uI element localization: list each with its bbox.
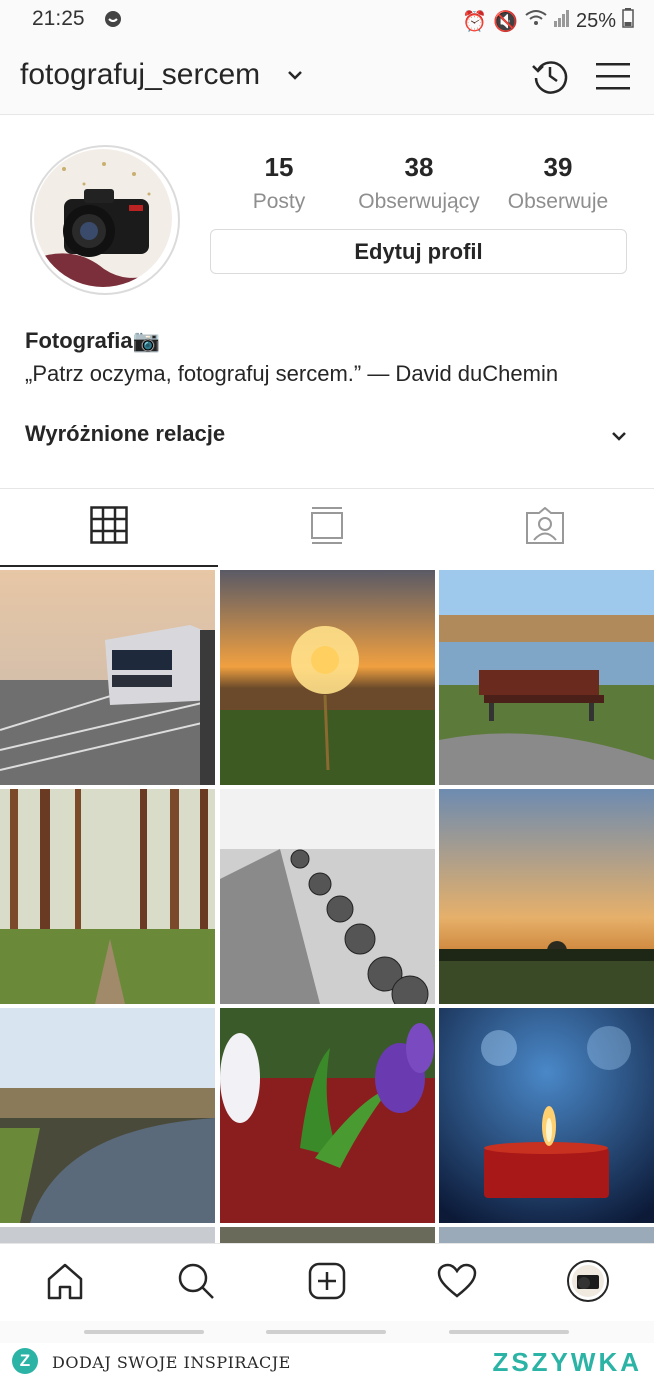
profile-name: Fotografia📷: [25, 328, 160, 353]
system-nav-back[interactable]: [449, 1330, 569, 1334]
post-thumbnail-bench[interactable]: [439, 570, 654, 785]
notification-icon: [104, 10, 122, 33]
add-icon: [308, 1262, 346, 1305]
post-thumbnail-woodpile[interactable]: [220, 789, 435, 1004]
tagged-icon: [525, 506, 565, 550]
footer-brand: ZSZYWKA: [492, 1347, 642, 1377]
archive-history-icon[interactable]: [530, 56, 570, 101]
heart-icon: [437, 1263, 477, 1304]
feed-icon: [310, 506, 344, 551]
stat-followers-count[interactable]: 38: [349, 152, 489, 183]
stat-following-count[interactable]: 39: [488, 152, 628, 183]
edit-profile-button[interactable]: Edytuj profil: [210, 229, 627, 274]
tab-feed[interactable]: [218, 489, 436, 567]
chevron-down-icon[interactable]: [288, 68, 302, 86]
profile-header: fotografuj_sercem: [0, 38, 654, 115]
search-icon: [176, 1261, 216, 1306]
system-nav-home[interactable]: [266, 1330, 386, 1334]
stat-posts-label[interactable]: Posty: [209, 190, 349, 214]
stat-posts-count[interactable]: 15: [209, 152, 349, 183]
status-time: 21:25: [32, 7, 85, 30]
battery-icon: [622, 8, 634, 34]
alarm-icon: ⏰: [462, 10, 488, 33]
tab-tagged[interactable]: [436, 489, 654, 567]
post-thumbnail-forest[interactable]: [0, 789, 215, 1004]
battery-level: 25%: [575, 9, 616, 32]
avatar[interactable]: [34, 149, 172, 287]
profile-bio: „Patrz oczyma, fotografuj sercem.” — Dav…: [25, 361, 559, 386]
post-thumbnail-partial[interactable]: [0, 1227, 215, 1243]
status-indicators: ⏰ 🔇 25%: [462, 8, 634, 34]
footer-tagline: DODAJ SWOJE INSPIRACJE: [52, 1353, 291, 1372]
nav-activity[interactable]: [392, 1244, 522, 1322]
stat-followers-label[interactable]: Obserwujący: [349, 190, 489, 214]
profile-tabs: [0, 488, 654, 567]
post-thumbnail-train[interactable]: [0, 570, 215, 785]
menu-icon[interactable]: [596, 62, 630, 95]
home-icon: [46, 1262, 84, 1305]
system-nav-recents[interactable]: [84, 1330, 204, 1334]
signal-icon: [553, 9, 570, 33]
nav-search[interactable]: [131, 1244, 261, 1322]
story-highlights-toggle[interactable]: Wyróżnione relacje: [25, 421, 225, 447]
nav-add-post[interactable]: [262, 1244, 392, 1322]
post-thumbnail-flowers[interactable]: [220, 1008, 435, 1223]
tab-grid[interactable]: [0, 489, 218, 567]
post-thumbnail-sunset[interactable]: [439, 789, 654, 1004]
mute-icon: 🔇: [493, 10, 518, 33]
post-thumbnail-partial[interactable]: [220, 1227, 435, 1243]
post-thumbnail-partial[interactable]: [439, 1227, 654, 1243]
post-thumbnail-dandelion[interactable]: [220, 570, 435, 785]
profile-avatar: [567, 1259, 609, 1307]
bottom-navigation: [0, 1243, 654, 1322]
watermark-footer: Z DODAJ SWOJE INSPIRACJE ZSZYWKA: [0, 1343, 654, 1379]
username-switcher[interactable]: fotografuj_sercem: [20, 58, 260, 92]
nav-profile[interactable]: [523, 1244, 653, 1322]
status-bar: 21:25 ⏰ 🔇 25%: [0, 0, 654, 38]
system-navigation-bar: [0, 1321, 654, 1343]
grid-icon: [90, 505, 128, 549]
wifi-icon: [524, 9, 548, 33]
highlights-chevron-down-icon[interactable]: [612, 429, 626, 447]
zszywka-logo-icon: Z: [12, 1348, 38, 1374]
stat-following-label[interactable]: Obserwuje: [488, 190, 628, 214]
post-thumbnail-candle[interactable]: [439, 1008, 654, 1223]
nav-home[interactable]: [0, 1244, 130, 1322]
post-thumbnail-river[interactable]: [0, 1008, 215, 1223]
